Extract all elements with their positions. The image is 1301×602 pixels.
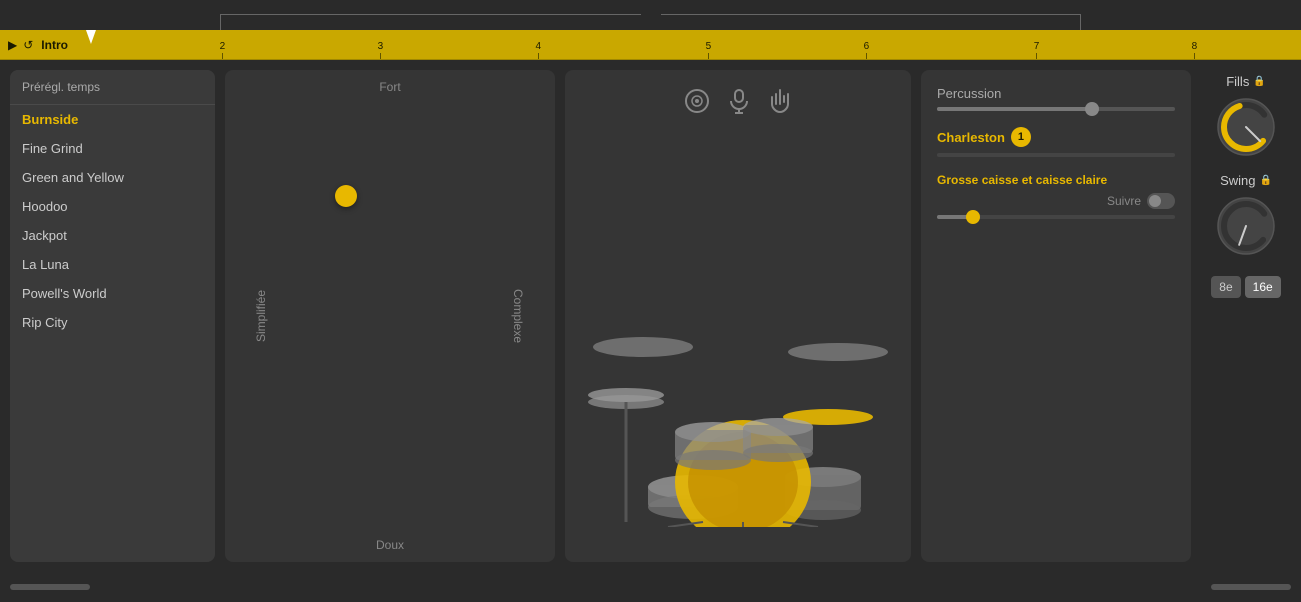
follow-row: Suivre (937, 193, 1175, 209)
ruler-mark-4: 4 (536, 41, 542, 59)
controls-panel: Percussion Charleston 1 Grosse (921, 70, 1191, 562)
hihat-icon (684, 88, 710, 114)
ruler-mark-2: 2 (220, 41, 226, 59)
drum-pad[interactable] (565, 70, 911, 562)
swing-section: Swing 🔒 (1214, 173, 1278, 258)
suivre-toggle[interactable] (1147, 193, 1175, 209)
fills-label-row: Fills 🔒 (1226, 74, 1266, 89)
xy-label-top: Fort (379, 80, 400, 94)
ruler-mark-8: 8 (1192, 41, 1198, 59)
charleston-badge: 1 (1011, 127, 1031, 147)
sidebar-item-green-yellow[interactable]: Green and Yellow (10, 163, 215, 192)
drum-kit (568, 267, 908, 532)
timeline-label: Intro (41, 38, 68, 52)
fills-knob[interactable] (1214, 95, 1278, 159)
main-container: Prérégl. temps Burnside Fine Grind Green… (0, 60, 1301, 572)
sidebar-item-fine-grind[interactable]: Fine Grind (10, 134, 215, 163)
bracket-left (220, 14, 641, 30)
sidebar-item-hoodoo[interactable]: Hoodoo (10, 192, 215, 221)
bracket-right (661, 14, 1082, 30)
grosse-caisse-label: Grosse caisse et caisse claire (937, 173, 1107, 187)
playhead (86, 30, 96, 44)
right-panel: Fills 🔒 Swing 🔒 (1201, 70, 1291, 562)
hand-icon (768, 88, 792, 114)
swing-label: Swing (1220, 173, 1255, 188)
swing-label-row: Swing 🔒 (1220, 173, 1272, 188)
sidebar: Prérégl. temps Burnside Fine Grind Green… (10, 70, 215, 562)
timeline[interactable]: ▶ ↺ Intro 2 3 4 5 6 (0, 30, 1301, 60)
xy-pad[interactable]: Fort Doux Simplifiée Complexe (225, 70, 555, 562)
xy-label-left: Simplifiée (254, 290, 268, 342)
xy-dot[interactable] (335, 185, 357, 207)
xy-label-right: Complexe (511, 289, 525, 343)
swing-lock-icon: 🔒 (1259, 175, 1271, 186)
sidebar-item-powells-world[interactable]: Powell's World (10, 279, 215, 308)
grosse-caisse-section: Grosse caisse et caisse claire Suivre (937, 173, 1175, 219)
charleston-section: Charleston 1 (937, 127, 1175, 157)
center-panels: Fort Doux Simplifiée Complexe (225, 70, 1191, 562)
charleston-slider[interactable] (937, 153, 1175, 157)
bottom-bar (0, 572, 1301, 602)
swing-knob[interactable] (1214, 194, 1278, 258)
ruler-mark-7: 7 (1034, 41, 1040, 59)
fills-label: Fills (1226, 74, 1249, 89)
resize-handle-right[interactable] (1211, 584, 1291, 590)
percussion-slider[interactable] (937, 107, 1175, 111)
mic-icon (728, 88, 750, 114)
timeline-controls: ▶ ↺ Intro (0, 38, 76, 52)
note-buttons: 8e 16e (1211, 276, 1280, 298)
charleston-label: Charleston (937, 130, 1005, 145)
sidebar-item-rip-city[interactable]: Rip City (10, 308, 215, 337)
sidebar-item-burnside[interactable]: Burnside (10, 105, 215, 134)
sidebar-item-la-luna[interactable]: La Luna (10, 250, 215, 279)
note-btn-8e[interactable]: 8e (1211, 276, 1240, 298)
sidebar-header-label: Prérégl. temps (22, 80, 100, 94)
percussion-section: Percussion (937, 86, 1175, 111)
xy-label-bottom: Doux (376, 538, 404, 552)
resize-handle-left[interactable] (10, 584, 90, 590)
note-btn-16e[interactable]: 16e (1245, 276, 1281, 298)
percussion-label: Percussion (937, 86, 1175, 101)
fills-section: Fills 🔒 (1214, 74, 1278, 159)
fills-lock-icon: 🔒 (1253, 76, 1265, 87)
ruler-mark-5: 5 (706, 41, 712, 59)
play-icon[interactable]: ▶ (8, 38, 17, 52)
sidebar-header: Prérégl. temps (10, 70, 215, 105)
charleston-row: Charleston 1 (937, 127, 1175, 147)
ruler-mark-3: 3 (378, 41, 384, 59)
suivre-label: Suivre (1107, 194, 1141, 208)
drum-icons (684, 88, 792, 114)
timeline-ruler: 2 3 4 5 6 7 8 (76, 30, 1301, 59)
ruler-mark-6: 6 (864, 41, 870, 59)
loop-icon[interactable]: ↺ (23, 38, 33, 52)
grosse-caisse-slider[interactable] (937, 215, 1175, 219)
sidebar-item-jackpot[interactable]: Jackpot (10, 221, 215, 250)
